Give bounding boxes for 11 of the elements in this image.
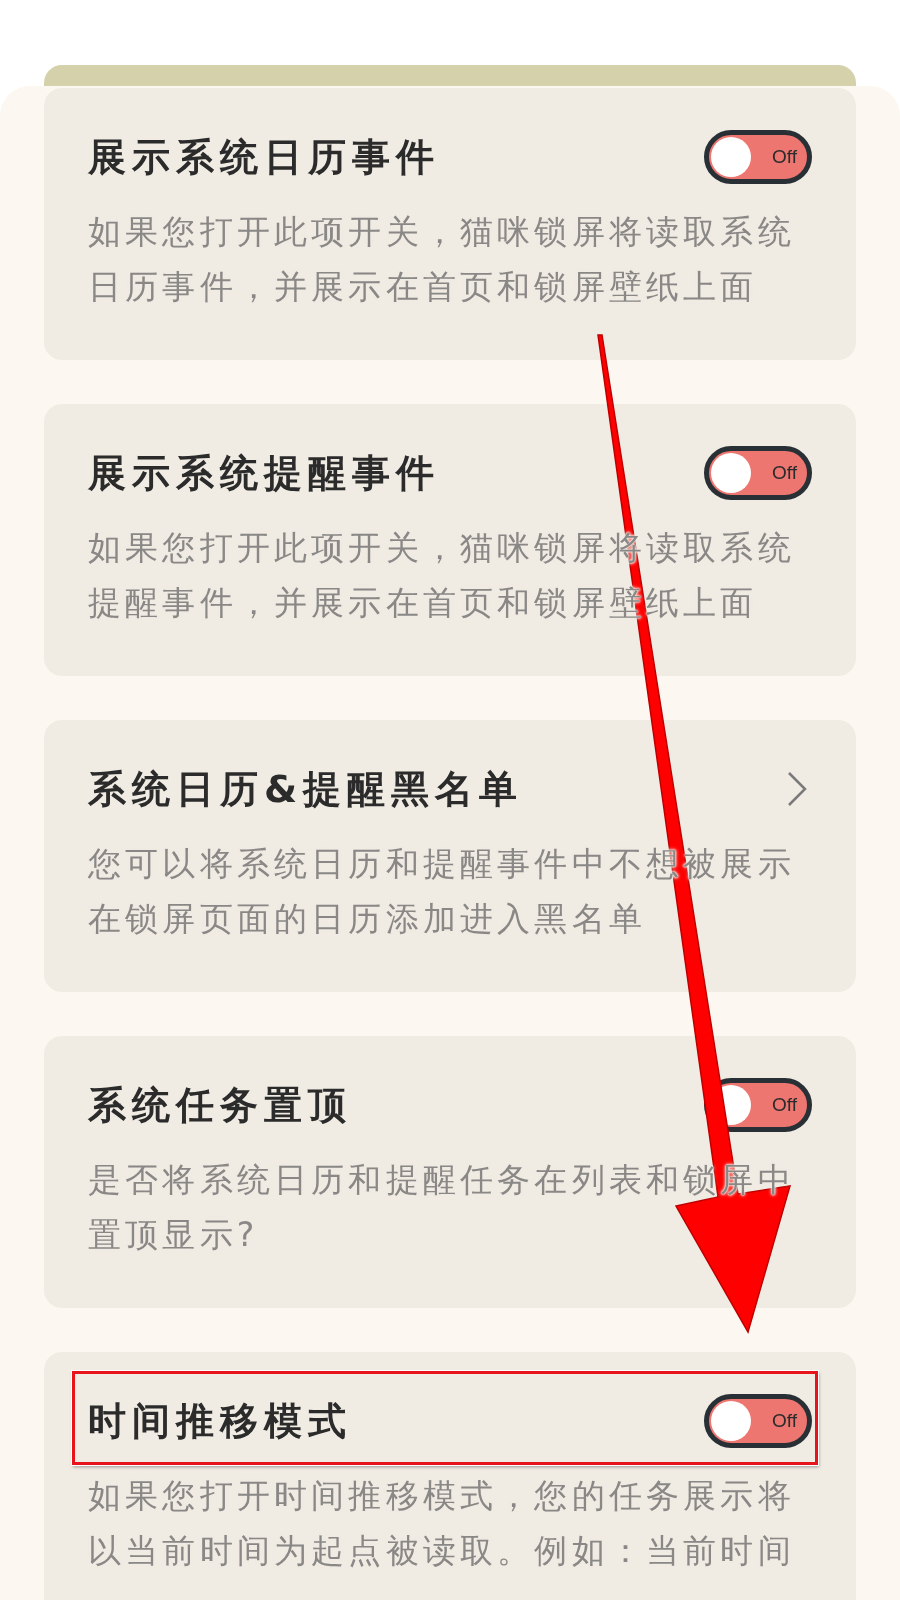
setting-description: 如果您打开时间推移模式，您的任务展示将以当前时间为起点被读取。例如：当前时间	[88, 1475, 796, 1572]
toggle-switch[interactable]: Off	[704, 130, 812, 184]
setting-title: 展示系统日历事件	[88, 133, 440, 181]
setting-title: 系统日历&提醒黑名单	[88, 765, 524, 813]
setting-title: 时间推移模式	[88, 1397, 352, 1445]
toggle-switch[interactable]: Off	[704, 446, 812, 500]
toggle-switch[interactable]: Off	[704, 1394, 812, 1448]
setting-title: 系统任务置顶	[88, 1081, 352, 1129]
chevron-right-icon[interactable]	[786, 770, 808, 808]
setting-title: 展示系统提醒事件	[88, 449, 440, 497]
setting-description: 如果您打开此项开关，猫咪锁屏将读取系统日历事件，并展示在首页和锁屏壁纸上面	[88, 211, 796, 308]
